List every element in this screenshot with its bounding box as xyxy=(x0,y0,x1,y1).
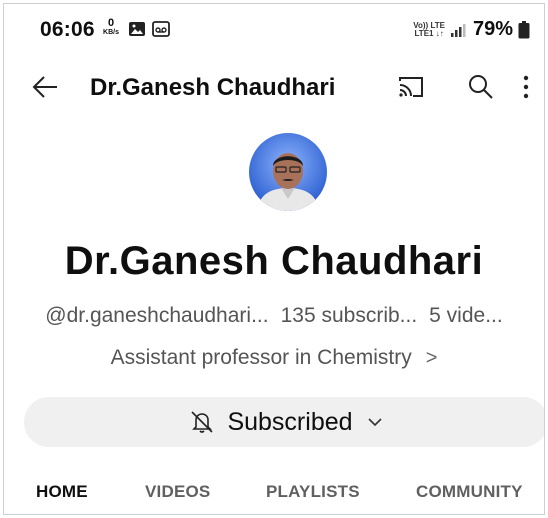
status-time: 06:06 xyxy=(40,18,95,41)
channel-handle: @dr.ganeshchaudhari... xyxy=(45,304,269,327)
screen: 06:06 0 KB/s Vo)) LTE LTE1 ↓↑ 79% Dr.Gan… xyxy=(3,3,545,515)
channel-name: Dr.Ganesh Chaudhari xyxy=(64,239,484,283)
battery-percent: 79% xyxy=(472,18,513,40)
channel-description[interactable]: Assistant professor in Chemistry > xyxy=(4,346,544,370)
page-title: Dr.Ganesh Chaudhari xyxy=(90,74,336,101)
subscribed-label: Subscribed xyxy=(227,407,353,436)
network-indicator: Vo)) LTE LTE1 ↓↑ xyxy=(413,21,445,38)
gallery-icon xyxy=(129,22,145,36)
signal-icon xyxy=(450,23,466,37)
status-right: Vo)) LTE LTE1 ↓↑ 79% xyxy=(413,18,530,41)
network-line2: LTE1 ↓↑ xyxy=(414,28,444,38)
bell-off-icon xyxy=(191,411,214,433)
app-bar: Dr.Ganesh Chaudhari xyxy=(4,60,544,116)
subscribed-button[interactable]: Subscribed xyxy=(24,397,544,447)
avatar[interactable] xyxy=(249,133,327,211)
voicemail-icon xyxy=(152,21,170,37)
cast-icon[interactable] xyxy=(396,72,426,102)
tab-community[interactable]: COMMUNITY xyxy=(416,482,523,502)
chevron-right-icon: > xyxy=(425,346,438,369)
tab-home[interactable]: HOME xyxy=(36,482,88,502)
description-text: Assistant professor in Chemistry xyxy=(110,346,412,369)
video-count: 5 vide... xyxy=(429,304,503,327)
channel-tabs: HOME VIDEOS PLAYLISTS COMMUNITY xyxy=(4,482,544,512)
subscriber-count: 135 subscrib... xyxy=(280,304,418,327)
tab-videos[interactable]: VIDEOS xyxy=(145,482,210,502)
battery-icon xyxy=(518,20,530,38)
channel-meta: @dr.ganeshchaudhari... 135 subscrib... 5… xyxy=(4,304,544,328)
net-speed-value: 0 xyxy=(107,17,115,29)
status-bar: 06:06 0 KB/s Vo)) LTE LTE1 ↓↑ 79% xyxy=(4,4,544,50)
tab-playlists[interactable]: PLAYLISTS xyxy=(266,482,360,502)
more-vert-icon[interactable] xyxy=(519,72,533,102)
chevron-down-icon xyxy=(367,418,382,427)
back-arrow-icon[interactable] xyxy=(30,72,60,102)
search-icon[interactable] xyxy=(466,72,496,102)
net-speed-unit: KB/s xyxy=(103,29,119,36)
net-speed-indicator: 0 KB/s xyxy=(100,17,122,37)
